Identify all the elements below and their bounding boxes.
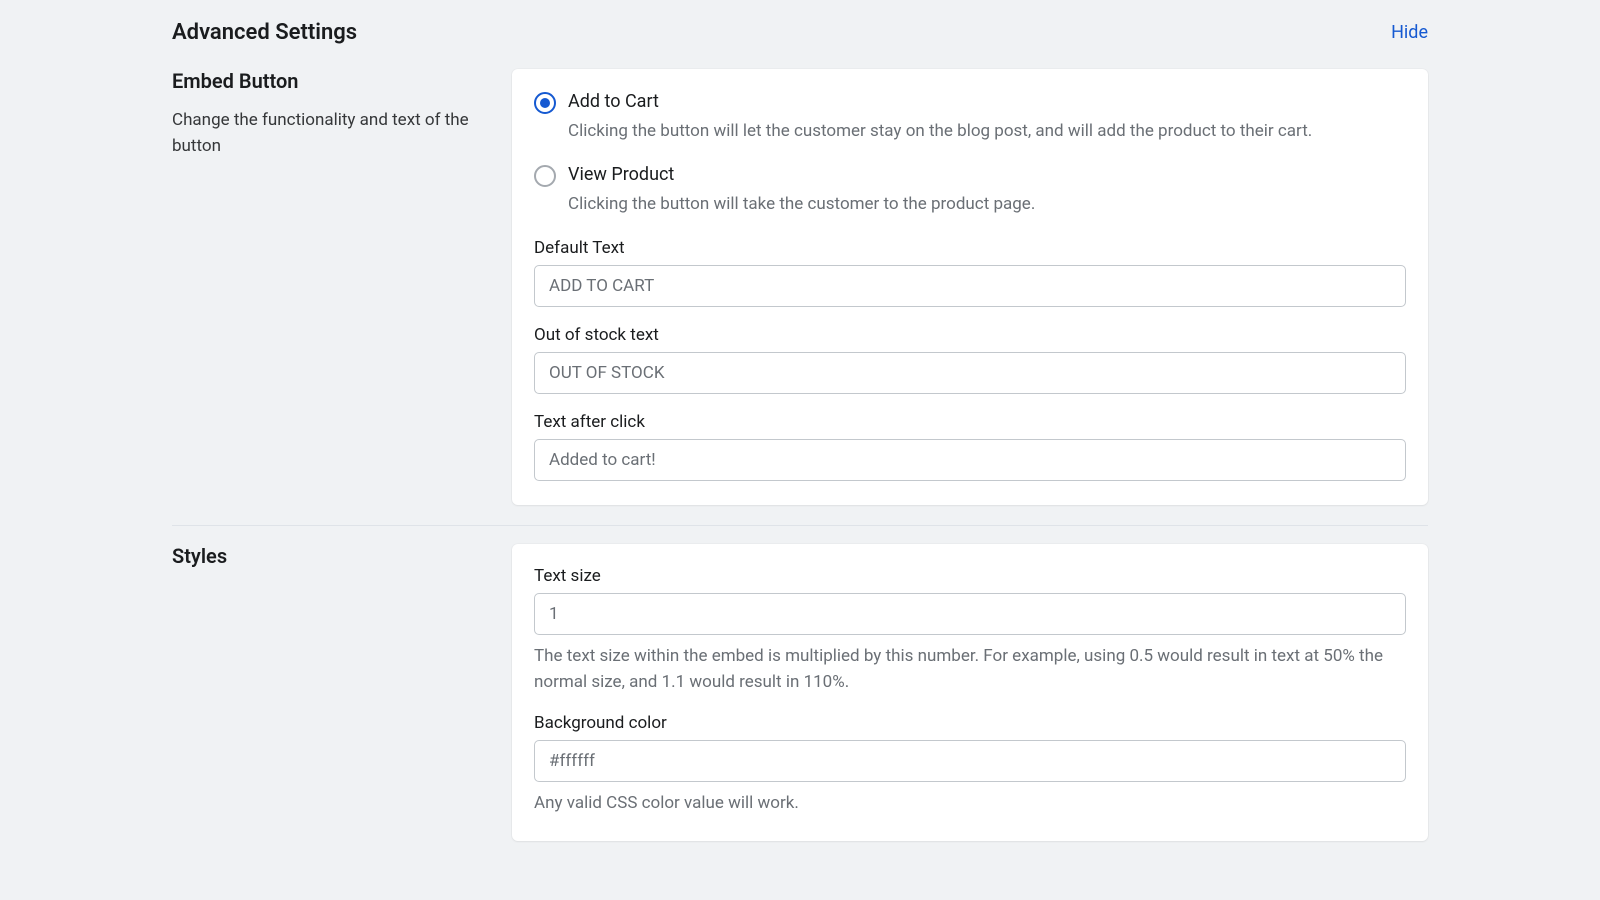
out-of-stock-input[interactable] [534, 352, 1406, 394]
after-click-input[interactable] [534, 439, 1406, 481]
default-text-input[interactable] [534, 265, 1406, 307]
text-size-help: The text size within the embed is multip… [534, 643, 1406, 696]
text-size-label: Text size [534, 566, 1406, 586]
out-of-stock-label: Out of stock text [534, 325, 1406, 345]
radio-label: Add to Cart [568, 91, 1312, 112]
radio-icon [534, 165, 556, 187]
hide-link[interactable]: Hide [1391, 22, 1428, 43]
radio-subtext: Clicking the button will let the custome… [568, 118, 1312, 144]
background-color-input[interactable] [534, 740, 1406, 782]
text-size-input[interactable] [534, 593, 1406, 635]
radio-subtext: Clicking the button will take the custom… [568, 191, 1035, 217]
embed-button-description: Change the functionality and text of the… [172, 107, 492, 160]
radio-view-product[interactable]: View Product Clicking the button will ta… [534, 164, 1406, 217]
radio-label: View Product [568, 164, 1035, 185]
radio-add-to-cart[interactable]: Add to Cart Clicking the button will let… [534, 91, 1406, 144]
background-color-label: Background color [534, 713, 1406, 733]
default-text-label: Default Text [534, 238, 1406, 258]
background-color-help: Any valid CSS color value will work. [534, 790, 1406, 816]
radio-icon [534, 92, 556, 114]
page-title: Advanced Settings [172, 20, 357, 45]
after-click-label: Text after click [534, 412, 1406, 432]
styles-card: Text size The text size within the embed… [512, 544, 1428, 841]
styles-heading: Styles [172, 544, 492, 568]
embed-button-card: Add to Cart Clicking the button will let… [512, 69, 1428, 505]
embed-button-heading: Embed Button [172, 69, 492, 93]
